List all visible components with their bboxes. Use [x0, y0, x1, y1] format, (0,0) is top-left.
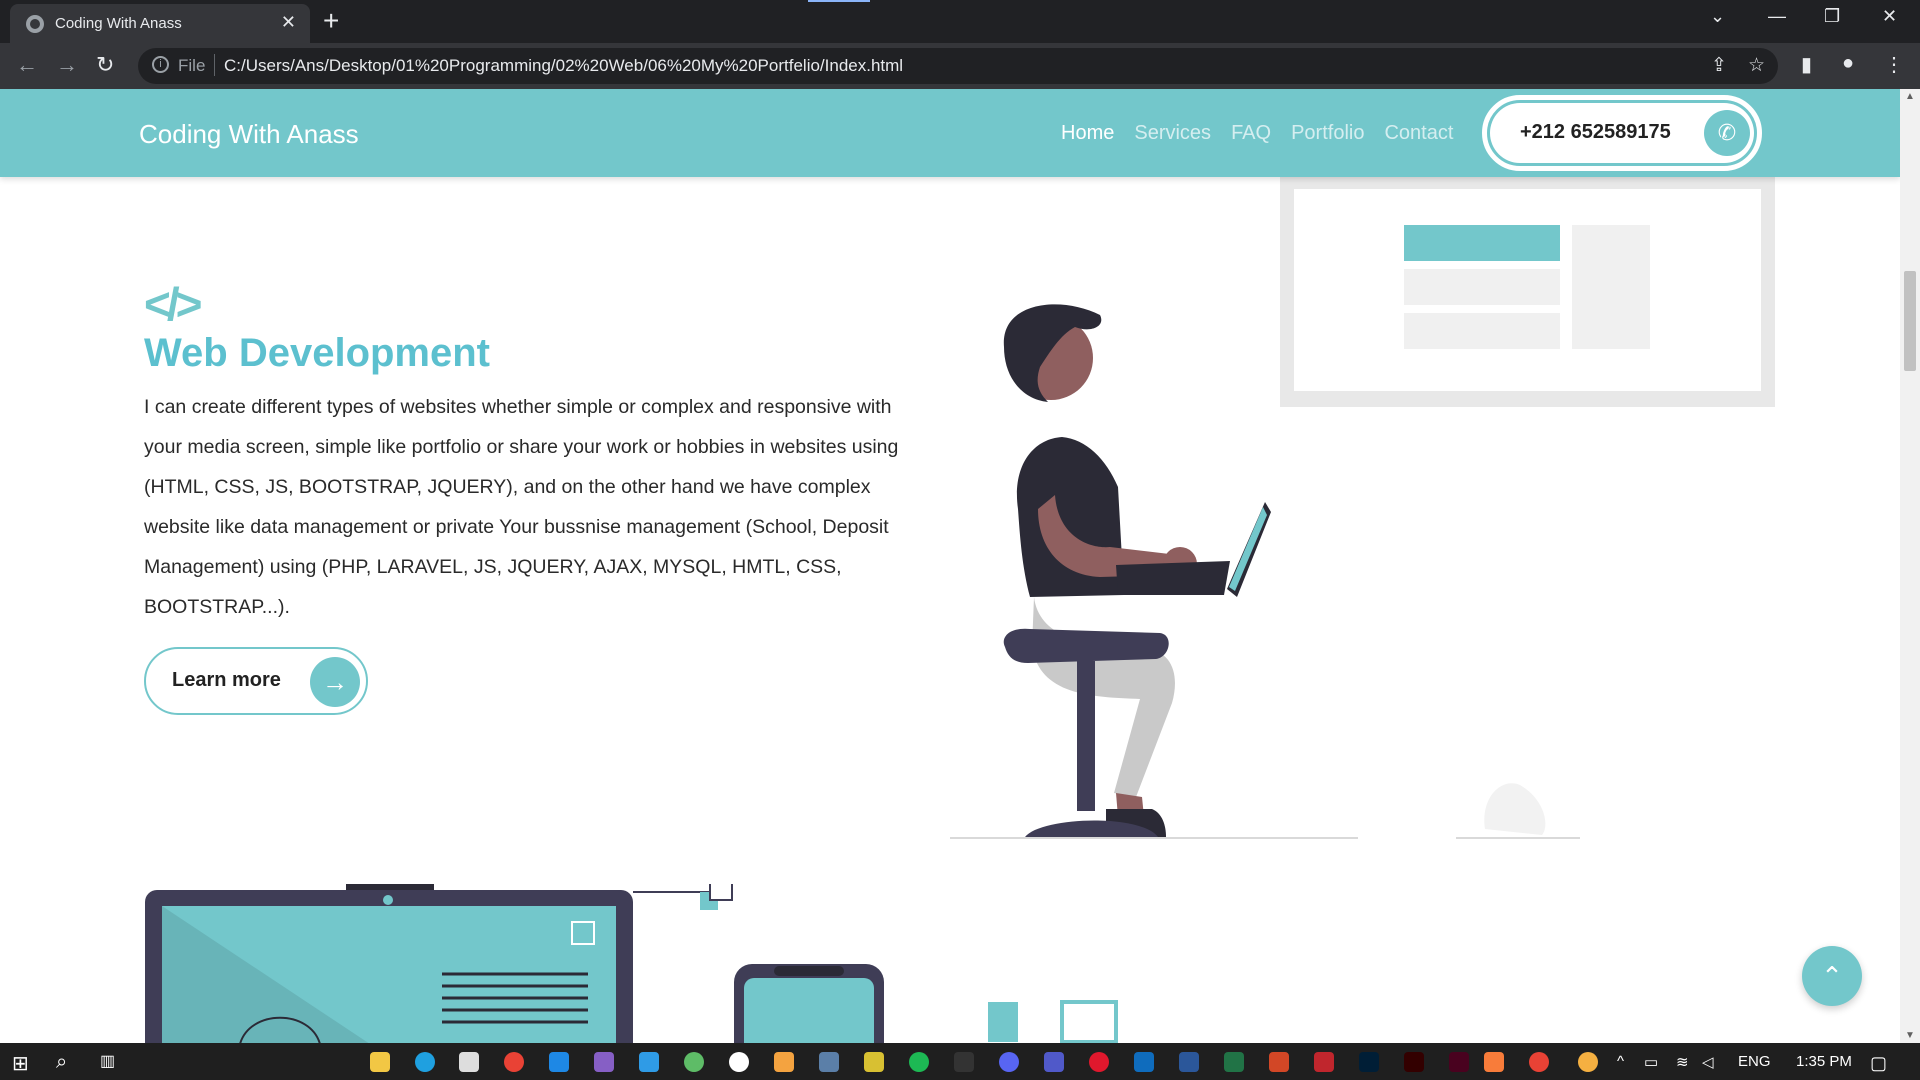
file-explorer-icon[interactable]	[370, 1052, 390, 1072]
show-hidden-icons[interactable]: ^	[1617, 1053, 1624, 1070]
xampp-icon[interactable]	[1484, 1052, 1504, 1072]
restore-icon[interactable]: ❐	[1824, 6, 1840, 27]
volume-icon[interactable]: ◁	[1702, 1053, 1714, 1071]
chrome-active-icon[interactable]	[1529, 1052, 1549, 1072]
nav-home[interactable]: Home	[1061, 122, 1114, 145]
website-wireframe	[1280, 177, 1775, 407]
whatsapp-icon[interactable]: ✆	[1704, 110, 1750, 156]
bookmark-star-icon[interactable]: ☆	[1748, 54, 1765, 77]
photoshop-icon[interactable]	[1359, 1052, 1379, 1072]
acrobat-icon[interactable]	[1314, 1052, 1334, 1072]
browser-toolbar: ← → ↻ i File C:/Users/Ans/Desktop/01%20P…	[0, 43, 1920, 89]
browser-tab-bar: Coding With Anass ✕ + ⌄ — ❐ ✕	[0, 0, 1920, 43]
share-icon[interactable]: ⇪	[1711, 54, 1727, 77]
windows-start-icon[interactable]: ⊞	[12, 1051, 29, 1076]
discord-icon[interactable]	[999, 1052, 1019, 1072]
section-description: I can create different types of websites…	[144, 396, 899, 618]
search-icon[interactable]: ⌕	[56, 1051, 67, 1074]
language-indicator[interactable]: ENG	[1738, 1053, 1771, 1070]
chrome-icon[interactable]	[504, 1052, 524, 1072]
clock[interactable]: 1:35 PM	[1796, 1053, 1852, 1070]
info-icon[interactable]: i	[152, 56, 169, 73]
app-icon-green[interactable]	[684, 1052, 704, 1072]
back-icon[interactable]: ←	[16, 52, 38, 78]
wifi-icon[interactable]: ≋	[1676, 1053, 1689, 1071]
profile-icon[interactable]: ●	[1842, 52, 1854, 75]
scroll-down-icon[interactable]: ▼	[1905, 1030, 1915, 1041]
vscode-icon[interactable]	[639, 1052, 659, 1072]
spotify-icon[interactable]	[909, 1052, 929, 1072]
phone-number: +212 652589175	[1520, 121, 1671, 143]
developer-illustration	[950, 177, 1775, 839]
page-viewport: Coding With Anass Home Services FAQ Port…	[0, 89, 1900, 1043]
main-nav: Home Services FAQ Portfolio Contact	[1061, 122, 1453, 145]
mail-icon[interactable]	[549, 1052, 569, 1072]
forward-icon[interactable]: →	[56, 52, 78, 78]
edge-icon[interactable]	[415, 1052, 435, 1072]
minimize-icon[interactable]: —	[1768, 6, 1786, 27]
app-icon-stack[interactable]	[774, 1052, 794, 1072]
notifications-icon[interactable]: ▢	[1870, 1053, 1887, 1074]
new-tab-icon[interactable]: +	[323, 5, 339, 37]
word-icon[interactable]	[1179, 1052, 1199, 1072]
nav-faq[interactable]: FAQ	[1231, 122, 1271, 145]
nav-portfolio[interactable]: Portfolio	[1291, 122, 1364, 145]
site-header: Coding With Anass Home Services FAQ Port…	[0, 89, 1900, 177]
tab-title: Coding With Anass	[55, 15, 182, 32]
loading-indicator	[808, 0, 870, 2]
nav-contact[interactable]: Contact	[1384, 122, 1453, 145]
battery-icon[interactable]: ▭	[1644, 1053, 1658, 1071]
url-text[interactable]: C:/Users/Ans/Desktop/01%20Programming/02…	[224, 56, 903, 76]
site-brand[interactable]: Coding With Anass	[139, 119, 359, 150]
scrollbar-thumb[interactable]	[1904, 271, 1916, 371]
menu-kebab-icon[interactable]: ⋮	[1884, 52, 1904, 77]
phone-contact-button[interactable]: +212 652589175 ✆	[1482, 95, 1762, 171]
task-view-icon[interactable]: ▥	[100, 1051, 115, 1071]
visual-studio-icon[interactable]	[594, 1052, 614, 1072]
teams-icon[interactable]	[1044, 1052, 1064, 1072]
weather-icon[interactable]	[1578, 1052, 1598, 1072]
store-icon[interactable]	[459, 1052, 479, 1072]
code-icon: </>	[144, 278, 202, 330]
epic-games-icon[interactable]	[954, 1052, 974, 1072]
windows-taskbar: ⊞ ⌕ ▥ ^ ▭ ≋ ◁ ENG 1:35 PM ▢	[0, 1043, 1920, 1080]
excel-icon[interactable]	[1224, 1052, 1244, 1072]
phone-pill: +212 652589175 ✆	[1490, 103, 1754, 163]
app-icon-white[interactable]	[729, 1052, 749, 1072]
scroll-to-top-button[interactable]: ⌃	[1802, 946, 1862, 1006]
side-panel-icon[interactable]: ▮	[1801, 52, 1812, 77]
address-prefix: File	[178, 56, 206, 75]
devices-illustration	[145, 884, 1118, 1043]
app-icon-blue[interactable]	[819, 1052, 839, 1072]
address-bar[interactable]: i File C:/Users/Ans/Desktop/01%20Program…	[138, 48, 1778, 84]
scroll-up-icon[interactable]: ▲	[1905, 91, 1915, 102]
close-tab-icon[interactable]: ✕	[281, 12, 296, 33]
outlook-icon[interactable]	[1134, 1052, 1154, 1072]
learn-more-label: Learn more	[172, 669, 281, 691]
opera-icon[interactable]	[1089, 1052, 1109, 1072]
app-icon-yellow[interactable]	[864, 1052, 884, 1072]
globe-icon	[26, 15, 44, 33]
nav-services[interactable]: Services	[1134, 122, 1211, 145]
close-window-icon[interactable]: ✕	[1882, 6, 1897, 27]
learn-more-button[interactable]: Learn more →	[144, 647, 368, 715]
illustrator-icon[interactable]	[1404, 1052, 1424, 1072]
browser-tab[interactable]: Coding With Anass ✕	[10, 4, 310, 43]
reload-icon[interactable]: ↻	[96, 52, 114, 78]
powerpoint-icon[interactable]	[1269, 1052, 1289, 1072]
section-title: Web Development	[144, 331, 490, 375]
indesign-icon[interactable]	[1449, 1052, 1469, 1072]
address-divider	[214, 54, 215, 76]
arrow-right-icon: →	[310, 657, 360, 707]
tab-search-icon[interactable]: ⌄	[1710, 6, 1725, 27]
page-scrollbar[interactable]: ▲ ▼	[1900, 89, 1920, 1043]
